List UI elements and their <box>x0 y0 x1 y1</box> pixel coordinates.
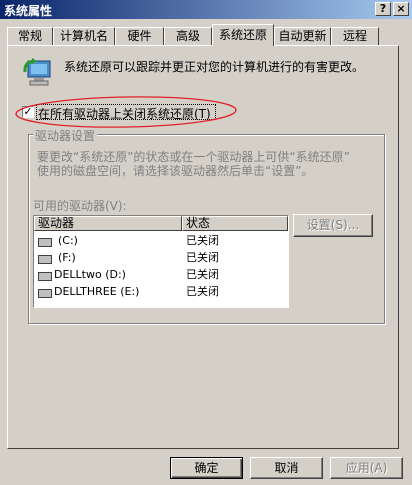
tab-computer-name[interactable]: 计算机名 <box>53 27 115 45</box>
hard-drive-icon <box>38 272 52 281</box>
tab-automatic-updates[interactable]: 自动更新 <box>274 27 331 45</box>
drive-status: 已关闭 <box>186 268 219 281</box>
drive-name: DELLtwo (D:) <box>54 268 126 281</box>
title-bar[interactable] <box>0 0 412 19</box>
tab-hardware[interactable]: 硬件 <box>115 27 164 45</box>
drive-status: 已关闭 <box>186 251 219 264</box>
tab-system-restore[interactable]: 系统还原 <box>212 24 274 46</box>
drive-status: 已关闭 <box>186 234 219 247</box>
settings-button[interactable]: 设置(S)... <box>293 214 373 237</box>
hard-drive-icon <box>38 255 52 264</box>
apply-button[interactable]: 应用(A) <box>330 457 403 479</box>
available-drives-label: 可用的驱动器(V): <box>33 199 127 213</box>
drive-row[interactable]: (F:) 已关闭 <box>34 250 288 266</box>
column-header-status[interactable]: 状态 <box>182 216 288 231</box>
drives-list[interactable]: 驱动器 状态 (C:) 已关闭 (F:) 已关闭 DELLtwo (D:) 已关… <box>33 215 289 308</box>
window-title: 系统属性 <box>4 4 53 18</box>
annotation-ellipse <box>15 96 237 128</box>
drive-row[interactable]: DELLtwo (D:) 已关闭 <box>34 267 288 283</box>
hard-drive-icon <box>38 289 52 298</box>
close-button[interactable]: × <box>393 2 409 16</box>
system-restore-icon <box>22 58 56 91</box>
tab-general[interactable]: 常规 <box>7 27 53 45</box>
drive-status: 已关闭 <box>186 285 219 298</box>
drive-name: (F:) <box>58 251 76 264</box>
intro-text: 系统还原可以跟踪并更正对您的计算机进行的有害更改。 <box>64 60 365 74</box>
drive-name: (C:) <box>58 234 78 247</box>
tab-advanced[interactable]: 高级 <box>164 27 212 45</box>
ok-button[interactable]: 确定 <box>170 457 243 479</box>
drive-row[interactable]: (C:) 已关闭 <box>34 233 288 249</box>
drive-row[interactable]: DELLTHREE (E:) 已关闭 <box>34 284 288 300</box>
hard-drive-icon <box>38 238 52 247</box>
tab-remote[interactable]: 远程 <box>331 27 379 45</box>
column-header-drive[interactable]: 驱动器 <box>34 216 182 231</box>
drive-name: DELLTHREE (E:) <box>54 285 140 298</box>
help-button[interactable]: ? <box>375 2 391 16</box>
drive-settings-desc-2: 使用的磁盘空间，请选择该驱动器然后单击“设置”。 <box>37 164 314 178</box>
cancel-button[interactable]: 取消 <box>250 457 323 479</box>
